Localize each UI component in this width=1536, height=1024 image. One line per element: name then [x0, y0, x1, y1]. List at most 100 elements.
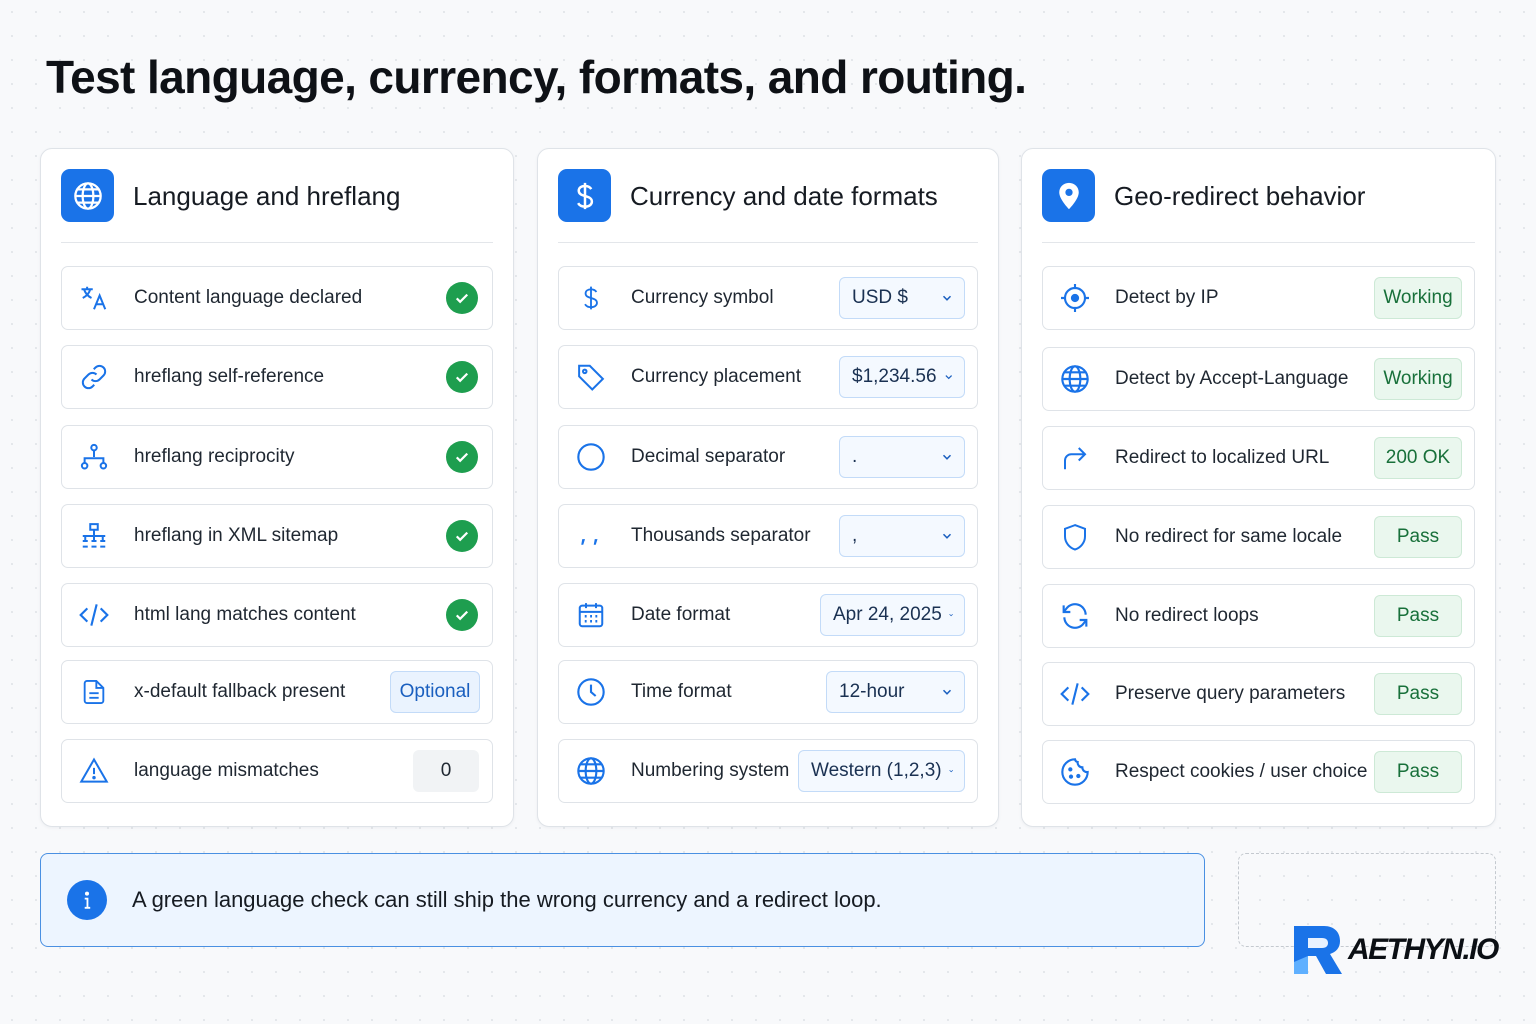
language-hreflang-panel: Language and hreflang Content language d… — [40, 148, 514, 827]
check-icon — [446, 520, 478, 552]
check-icon — [446, 599, 478, 631]
comma-icon — [571, 516, 611, 556]
redirect-row-accept-language: Detect by Accept-Language Working — [1042, 347, 1475, 411]
code-icon — [1055, 674, 1095, 714]
format-row-currency-placement: Currency placement $1,234.56 — [558, 345, 978, 409]
code-icon — [74, 595, 114, 635]
check-row-hreflang-sitemap: hreflang in XML sitemap — [61, 504, 493, 568]
redirect-arrow-icon — [1055, 438, 1095, 478]
chevron-down-icon — [948, 769, 953, 773]
row-label: No redirect for same locale — [1115, 526, 1343, 547]
currency-symbol-select[interactable]: USD $ — [839, 277, 965, 319]
row-label: language mismatches — [134, 760, 319, 781]
row-label: html lang matches content — [134, 604, 356, 625]
select-value: . — [852, 446, 858, 467]
check-row-hreflang-reciprocity: hreflang reciprocity — [61, 425, 493, 489]
select-value: Apr 24, 2025 — [833, 604, 942, 625]
network-icon — [74, 437, 114, 477]
panel-header: Language and hreflang — [61, 169, 493, 243]
redirect-row-localized-url: Redirect to localized URL 200 OK — [1042, 426, 1475, 490]
time-format-select[interactable]: 12-hour — [826, 671, 965, 713]
row-label: hreflang reciprocity — [134, 446, 295, 467]
date-format-select[interactable]: Apr 24, 2025 — [820, 594, 965, 636]
check-icon — [446, 361, 478, 393]
circle-icon — [571, 437, 611, 477]
row-label: hreflang in XML sitemap — [134, 525, 339, 546]
currency-placement-select[interactable]: $1,234.56 — [839, 356, 965, 398]
select-value: 12-hour — [839, 681, 905, 702]
redirect-row-cookies: Respect cookies / user choice Pass — [1042, 740, 1475, 804]
row-label: Respect cookies / user choice — [1115, 761, 1368, 782]
link-icon — [74, 357, 114, 397]
select-value: , — [852, 525, 858, 546]
status-badge: Working — [1374, 358, 1462, 400]
select-value: Western (1,2,3) — [811, 760, 942, 781]
panel-header: Currency and date formats — [558, 169, 978, 243]
dollar-icon — [558, 169, 611, 222]
tag-icon — [571, 357, 611, 397]
row-label: Preserve query parameters — [1115, 683, 1346, 704]
translate-icon — [74, 278, 114, 318]
status-badge: Working — [1374, 277, 1462, 319]
row-label: Numbering system — [631, 760, 790, 781]
chevron-down-icon — [942, 454, 952, 460]
check-row-hreflang-self-reference: hreflang self-reference — [61, 345, 493, 409]
sitemap-icon — [74, 516, 114, 556]
crosshair-icon — [1055, 278, 1095, 318]
decimal-separator-select[interactable]: . — [839, 436, 965, 478]
count-badge: 0 — [413, 750, 479, 792]
row-label: Content language declared — [134, 287, 363, 308]
row-label: Detect by Accept-Language — [1115, 368, 1349, 389]
row-label: x-default fallback present — [134, 681, 346, 702]
format-row-numbering-system: Numbering system Western (1,2,3) — [558, 739, 978, 803]
check-row-content-language: Content language declared — [61, 266, 493, 330]
brand-name: AETHYN.IO — [1348, 933, 1499, 966]
status-badge: Pass — [1374, 595, 1462, 637]
row-label: Date format — [631, 604, 731, 625]
callout-text: A green language check can still ship th… — [132, 887, 882, 912]
redirect-row-query-params: Preserve query parameters Pass — [1042, 662, 1475, 726]
chevron-down-icon — [942, 689, 952, 695]
currency-date-panel: Currency and date formats Currency symbo… — [537, 148, 999, 827]
row-label: Decimal separator — [631, 446, 786, 467]
check-icon — [446, 282, 478, 314]
select-value: $1,234.56 — [852, 366, 937, 387]
info-callout: A green language check can still ship th… — [40, 853, 1205, 947]
row-label: hreflang self-reference — [134, 366, 325, 387]
chevron-down-icon — [942, 295, 952, 301]
brand-mark-icon — [1294, 926, 1342, 974]
row-label: Thousands separator — [631, 525, 811, 546]
format-row-time-format: Time format 12-hour — [558, 660, 978, 724]
chevron-down-icon — [942, 533, 952, 539]
row-label: Redirect to localized URL — [1115, 447, 1330, 468]
status-badge: Pass — [1374, 516, 1462, 558]
row-label: Detect by IP — [1115, 287, 1219, 308]
redirect-row-same-locale: No redirect for same locale Pass — [1042, 505, 1475, 569]
thousands-separator-select[interactable]: , — [839, 515, 965, 557]
redirect-row-detect-ip: Detect by IP Working — [1042, 266, 1475, 330]
check-row-x-default: x-default fallback present Optional — [61, 660, 493, 724]
format-row-currency-symbol: Currency symbol USD $ — [558, 266, 978, 330]
numbering-system-select[interactable]: Western (1,2,3) — [798, 750, 965, 792]
brand-logo: AETHYN.IO — [1290, 922, 1499, 978]
panel-title: Currency and date formats — [630, 181, 938, 211]
panel-header: Geo-redirect behavior — [1042, 169, 1475, 243]
row-label: Currency symbol — [631, 287, 774, 308]
refresh-icon — [1055, 596, 1095, 636]
row-label: Currency placement — [631, 366, 802, 387]
format-row-date-format: Date format Apr 24, 2025 — [558, 583, 978, 647]
status-badge: 200 OK — [1374, 437, 1462, 479]
warning-icon — [74, 751, 114, 791]
status-badge: Pass — [1374, 751, 1462, 793]
panel-title: Language and hreflang — [133, 181, 401, 211]
globe-icon — [571, 751, 611, 791]
globe-icon — [1055, 359, 1095, 399]
chevron-down-icon — [944, 375, 952, 380]
row-label: No redirect loops — [1115, 605, 1259, 626]
check-row-html-lang: html lang matches content — [61, 583, 493, 647]
status-badge: Pass — [1374, 673, 1462, 715]
document-icon — [74, 672, 114, 712]
redirect-row-no-loops: No redirect loops Pass — [1042, 584, 1475, 648]
format-row-thousands-separator: Thousands separator , — [558, 504, 978, 568]
select-value: USD $ — [852, 287, 908, 308]
